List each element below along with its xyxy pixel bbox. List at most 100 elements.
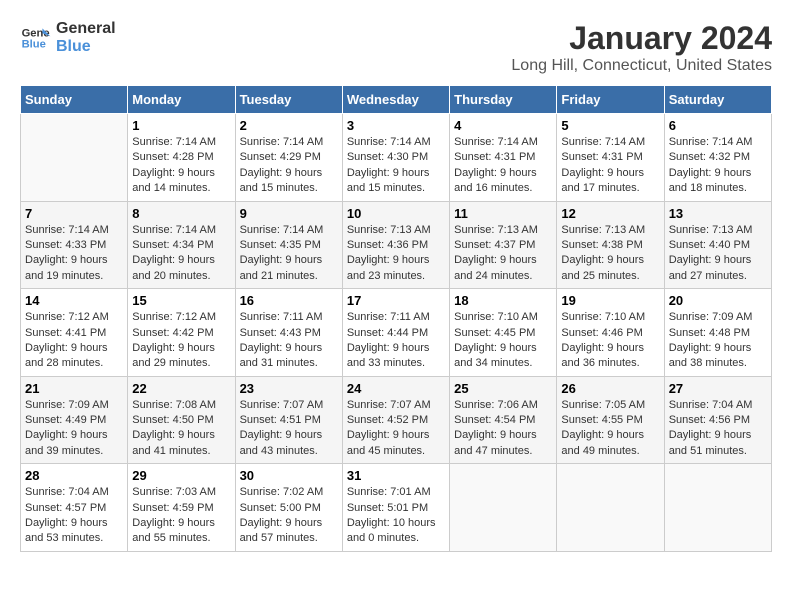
day-number: 27	[669, 381, 767, 396]
logo: Gene Blue General Blue	[20, 20, 116, 56]
day-info: Sunrise: 7:14 AM Sunset: 4:33 PM Dayligh…	[25, 223, 123, 285]
calendar-week-row: 21 Sunrise: 7:09 AM Sunset: 4:49 PM Dayli…	[21, 376, 772, 464]
day-info: Sunrise: 7:02 AM Sunset: 5:00 PM Dayligh…	[240, 485, 338, 547]
day-info: Sunrise: 7:09 AM Sunset: 4:48 PM Dayligh…	[669, 310, 767, 372]
calendar-header: SundayMondayTuesdayWednesdayThursdayFrid…	[21, 86, 772, 114]
calendar-cell: 24Sunrise: 7:07 AM Sunset: 4:52 PM Dayli…	[342, 376, 449, 464]
day-number: 30	[240, 468, 338, 483]
weekday-header: Wednesday	[342, 86, 449, 114]
day-info: Sunrise: 7:06 AM Sunset: 4:54 PM Dayligh…	[454, 398, 552, 460]
calendar-cell: 28 Sunrise: 7:04 AM Sunset: 4:57 PM Dayli…	[21, 464, 128, 552]
calendar-cell	[557, 464, 664, 552]
day-number: 15	[132, 293, 230, 308]
logo-line2: Blue	[56, 38, 116, 56]
day-info: Sunrise: 7:11 AM Sunset: 4:44 PM Dayligh…	[347, 310, 445, 372]
calendar-cell: 2 Sunrise: 7:14 AM Sunset: 4:29 PM Daylig…	[235, 114, 342, 202]
day-number: 29	[132, 468, 230, 483]
day-number: 22	[132, 381, 230, 396]
calendar-body: 1 Sunrise: 7:14 AM Sunset: 4:28 PM Daylig…	[21, 114, 772, 552]
day-number: 19	[561, 293, 659, 308]
day-info: Sunrise: 7:04 AM Sunset: 4:57 PM Dayligh…	[25, 485, 123, 547]
calendar-week-row: 1 Sunrise: 7:14 AM Sunset: 4:28 PM Daylig…	[21, 114, 772, 202]
weekday-header: Monday	[128, 86, 235, 114]
calendar-cell: 7 Sunrise: 7:14 AM Sunset: 4:33 PM Daylig…	[21, 201, 128, 289]
day-info: Sunrise: 7:07 AM Sunset: 4:51 PM Dayligh…	[240, 398, 338, 460]
calendar-cell: 25 Sunrise: 7:06 AM Sunset: 4:54 PM Dayli…	[450, 376, 557, 464]
day-number: 26	[561, 381, 659, 396]
day-number: 16	[240, 293, 338, 308]
day-info: Sunrise: 7:08 AM Sunset: 4:50 PM Dayligh…	[132, 398, 230, 460]
day-number: 20	[669, 293, 767, 308]
calendar-cell: 17Sunrise: 7:11 AM Sunset: 4:44 PM Dayli…	[342, 289, 449, 377]
header: Gene Blue General Blue January 2024 Long…	[20, 20, 772, 75]
weekday-header: Sunday	[21, 86, 128, 114]
day-info: Sunrise: 7:14 AM Sunset: 4:31 PM Dayligh…	[454, 135, 552, 197]
day-number: 23	[240, 381, 338, 396]
calendar-cell: 31Sunrise: 7:01 AM Sunset: 5:01 PM Dayli…	[342, 464, 449, 552]
day-info: Sunrise: 7:13 AM Sunset: 4:38 PM Dayligh…	[561, 223, 659, 285]
day-number: 10	[347, 206, 445, 221]
calendar-cell: 1 Sunrise: 7:14 AM Sunset: 4:28 PM Daylig…	[128, 114, 235, 202]
calendar-cell: 29 Sunrise: 7:03 AM Sunset: 4:59 PM Dayli…	[128, 464, 235, 552]
calendar-cell: 18 Sunrise: 7:10 AM Sunset: 4:45 PM Dayli…	[450, 289, 557, 377]
day-info: Sunrise: 7:04 AM Sunset: 4:56 PM Dayligh…	[669, 398, 767, 460]
logo-icon: Gene Blue	[20, 22, 52, 54]
day-info: Sunrise: 7:13 AM Sunset: 4:37 PM Dayligh…	[454, 223, 552, 285]
day-number: 7	[25, 206, 123, 221]
day-info: Sunrise: 7:10 AM Sunset: 4:45 PM Dayligh…	[454, 310, 552, 372]
calendar-cell: 12 Sunrise: 7:13 AM Sunset: 4:38 PM Dayli…	[557, 201, 664, 289]
day-info: Sunrise: 7:14 AM Sunset: 4:30 PM Dayligh…	[347, 135, 445, 197]
calendar-cell	[21, 114, 128, 202]
svg-text:Blue: Blue	[22, 39, 46, 51]
day-info: Sunrise: 7:07 AM Sunset: 4:52 PM Dayligh…	[347, 398, 445, 460]
title-area: January 2024 Long Hill, Connecticut, Uni…	[511, 20, 772, 75]
calendar-cell	[664, 464, 771, 552]
calendar-week-row: 14 Sunrise: 7:12 AM Sunset: 4:41 PM Dayli…	[21, 289, 772, 377]
day-number: 28	[25, 468, 123, 483]
day-number: 2	[240, 118, 338, 133]
day-number: 31	[347, 468, 445, 483]
calendar-week-row: 7 Sunrise: 7:14 AM Sunset: 4:33 PM Daylig…	[21, 201, 772, 289]
calendar-cell: 9Sunrise: 7:14 AM Sunset: 4:35 PM Daylig…	[235, 201, 342, 289]
day-info: Sunrise: 7:12 AM Sunset: 4:41 PM Dayligh…	[25, 310, 123, 372]
calendar-cell: 26 Sunrise: 7:05 AM Sunset: 4:55 PM Dayli…	[557, 376, 664, 464]
calendar-cell	[450, 464, 557, 552]
calendar-cell: 27 Sunrise: 7:04 AM Sunset: 4:56 PM Dayli…	[664, 376, 771, 464]
day-number: 1	[132, 118, 230, 133]
calendar-cell: 6Sunrise: 7:14 AM Sunset: 4:32 PM Daylig…	[664, 114, 771, 202]
day-number: 5	[561, 118, 659, 133]
weekday-header: Tuesday	[235, 86, 342, 114]
location-title: Long Hill, Connecticut, United States	[511, 57, 772, 75]
weekday-header: Thursday	[450, 86, 557, 114]
calendar-cell: 23 Sunrise: 7:07 AM Sunset: 4:51 PM Dayli…	[235, 376, 342, 464]
day-info: Sunrise: 7:11 AM Sunset: 4:43 PM Dayligh…	[240, 310, 338, 372]
day-info: Sunrise: 7:14 AM Sunset: 4:32 PM Dayligh…	[669, 135, 767, 197]
calendar-cell: 10 Sunrise: 7:13 AM Sunset: 4:36 PM Dayli…	[342, 201, 449, 289]
calendar-cell: 19 Sunrise: 7:10 AM Sunset: 4:46 PM Dayli…	[557, 289, 664, 377]
day-number: 18	[454, 293, 552, 308]
day-info: Sunrise: 7:14 AM Sunset: 4:28 PM Dayligh…	[132, 135, 230, 197]
day-info: Sunrise: 7:05 AM Sunset: 4:55 PM Dayligh…	[561, 398, 659, 460]
calendar-cell: 4Sunrise: 7:14 AM Sunset: 4:31 PM Daylig…	[450, 114, 557, 202]
day-number: 21	[25, 381, 123, 396]
day-info: Sunrise: 7:14 AM Sunset: 4:31 PM Dayligh…	[561, 135, 659, 197]
day-info: Sunrise: 7:14 AM Sunset: 4:35 PM Dayligh…	[240, 223, 338, 285]
day-number: 8	[132, 206, 230, 221]
day-number: 25	[454, 381, 552, 396]
calendar-cell: 3Sunrise: 7:14 AM Sunset: 4:30 PM Daylig…	[342, 114, 449, 202]
day-info: Sunrise: 7:13 AM Sunset: 4:36 PM Dayligh…	[347, 223, 445, 285]
month-title: January 2024	[511, 20, 772, 57]
day-info: Sunrise: 7:03 AM Sunset: 4:59 PM Dayligh…	[132, 485, 230, 547]
day-info: Sunrise: 7:09 AM Sunset: 4:49 PM Dayligh…	[25, 398, 123, 460]
day-number: 12	[561, 206, 659, 221]
day-info: Sunrise: 7:14 AM Sunset: 4:29 PM Dayligh…	[240, 135, 338, 197]
calendar-cell: 11Sunrise: 7:13 AM Sunset: 4:37 PM Dayli…	[450, 201, 557, 289]
day-number: 14	[25, 293, 123, 308]
day-info: Sunrise: 7:10 AM Sunset: 4:46 PM Dayligh…	[561, 310, 659, 372]
calendar-cell: 21 Sunrise: 7:09 AM Sunset: 4:49 PM Dayli…	[21, 376, 128, 464]
day-info: Sunrise: 7:14 AM Sunset: 4:34 PM Dayligh…	[132, 223, 230, 285]
calendar-week-row: 28 Sunrise: 7:04 AM Sunset: 4:57 PM Dayli…	[21, 464, 772, 552]
calendar-cell: 20 Sunrise: 7:09 AM Sunset: 4:48 PM Dayli…	[664, 289, 771, 377]
calendar-cell: 15Sunrise: 7:12 AM Sunset: 4:42 PM Dayli…	[128, 289, 235, 377]
calendar-table: SundayMondayTuesdayWednesdayThursdayFrid…	[20, 85, 772, 552]
